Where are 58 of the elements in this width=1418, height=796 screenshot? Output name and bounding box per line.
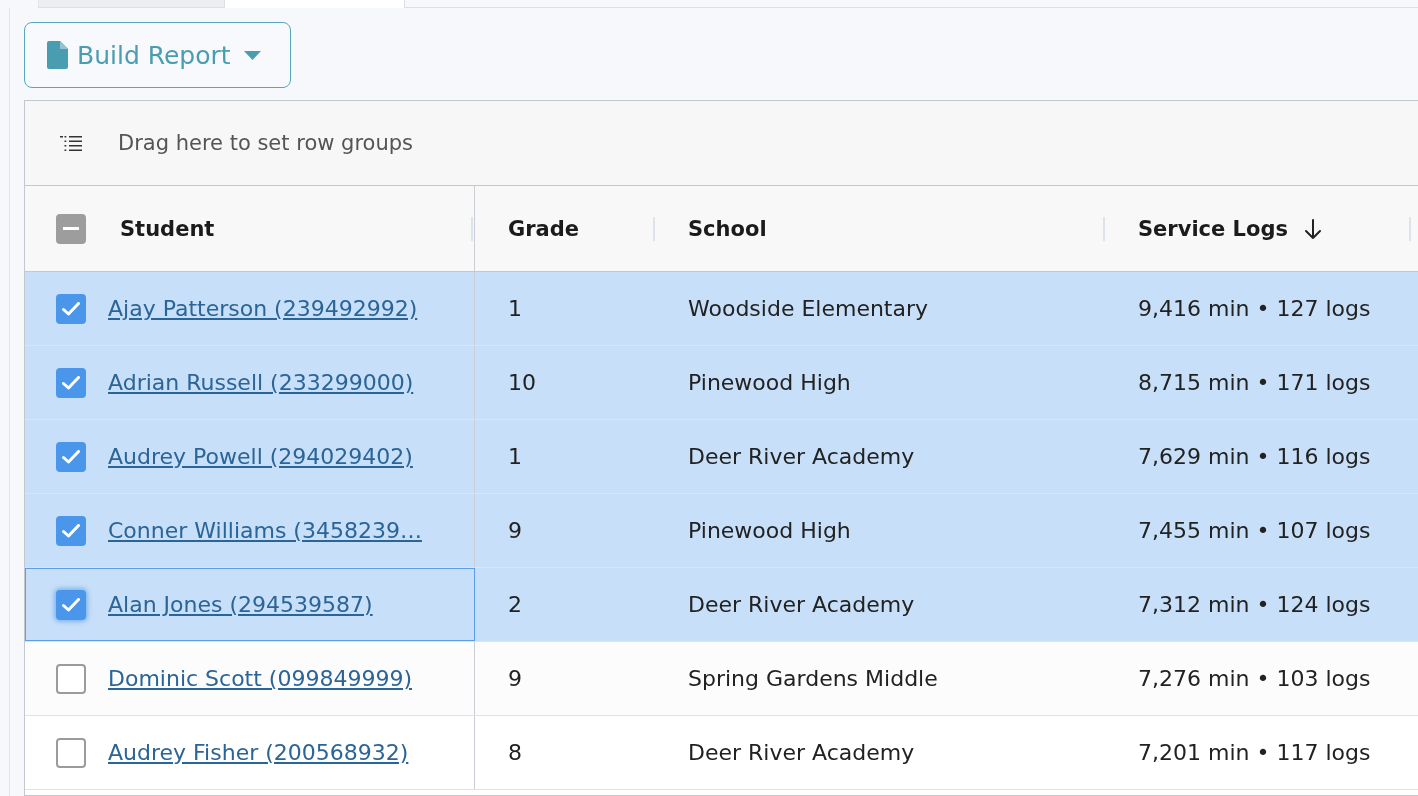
column-header[interactable]: Service Logs [1138,216,1322,241]
school-name: Deer River Academy [688,740,915,765]
service-logs-text: 7,201 min • 117 logs [1138,740,1371,765]
column-header[interactable]: School [688,216,767,241]
grade-text: 1 [508,444,522,469]
minus-icon [63,227,79,230]
school-name: Pinewood High [688,370,851,395]
school-name: Spring Gardens Middle [688,666,938,691]
row-checkbox[interactable] [56,663,86,694]
table-row[interactable]: Alan Jones (294539587) 2 Deer River Academy 7,312 min • 124 logs [25,568,1418,642]
row-group-hint: Drag here to set row groups [118,131,413,155]
grade-text: 2 [508,592,522,617]
table-row[interactable]: Audrey Fisher (200568932) 8 Deer River Academy 7,201 min • 117 logs [25,716,1418,790]
student-link[interactable]: Alan Jones (294539587) [108,592,373,617]
student-link[interactable]: Audrey Powell (294029402) [108,444,413,469]
check-icon [62,523,80,538]
row-groups-icon [60,135,82,151]
table-row[interactable]: Conner Williams (3458239… 9 Pinewood High 7,455 min • 107 logs [25,494,1418,568]
service-logs-text: 7,455 min • 107 logs [1138,518,1371,543]
column-header[interactable]: Grade [508,216,580,241]
row-checkbox[interactable] [56,441,86,472]
student-link[interactable]: Ajay Patterson (239492992) [108,296,418,321]
school-name: Deer River Academy [688,444,915,469]
grade-text: 9 [508,666,522,691]
table-row[interactable]: Audrey Powell (294029402) 1 Deer River Academy 7,629 min • 116 logs [25,420,1418,494]
student-link[interactable]: Conner Williams (3458239… [108,518,422,543]
student-link[interactable]: Dominic Scott (099849999) [108,666,412,691]
school-name: Woodside Elementary [688,296,929,321]
student-link[interactable]: Adrian Russell (233299000) [108,370,414,395]
row-checkbox[interactable] [56,367,86,398]
service-logs-text: 8,715 min • 171 logs [1138,370,1371,395]
table-row[interactable]: Dominic Scott (099849999) 9 Spring Gardens Middle 7,276 min • 103 logs [25,642,1418,716]
school-name: Deer River Academy [688,592,915,617]
row-checkbox[interactable] [56,515,86,546]
grade-text: 1 [508,296,522,321]
service-logs-text: 7,276 min • 103 logs [1138,666,1371,691]
caret-icon [243,50,261,60]
grade-text: 10 [508,370,536,395]
row-checkbox[interactable] [56,293,86,324]
select-all-checkbox[interactable] [56,213,86,244]
service-logs-text: 9,416 min • 127 logs [1138,296,1371,321]
check-icon [62,301,80,316]
row-checkbox[interactable] [56,589,86,620]
grade-text: 8 [508,740,522,765]
table-row[interactable]: Adrian Russell (233299000) 10 Pinewood High 8,715 min • 171 logs [25,346,1418,420]
column-header[interactable]: Student [120,216,215,241]
file-icon [47,41,68,69]
school-name: Pinewood High [688,518,851,543]
check-icon [62,449,80,464]
row-checkbox[interactable] [56,737,86,768]
service-logs-text: 7,629 min • 116 logs [1138,444,1371,469]
grade-text: 9 [508,518,522,543]
service-logs-text: 7,312 min • 124 logs [1138,592,1371,617]
arrow-down-icon [1303,218,1322,239]
check-icon [62,375,80,390]
student-link[interactable]: Audrey Fisher (200568932) [108,740,409,765]
check-icon [62,597,80,612]
table-row[interactable]: Ajay Patterson (239492992) 1 Woodside Elementary 9,416 min • 127 logs [25,272,1418,346]
